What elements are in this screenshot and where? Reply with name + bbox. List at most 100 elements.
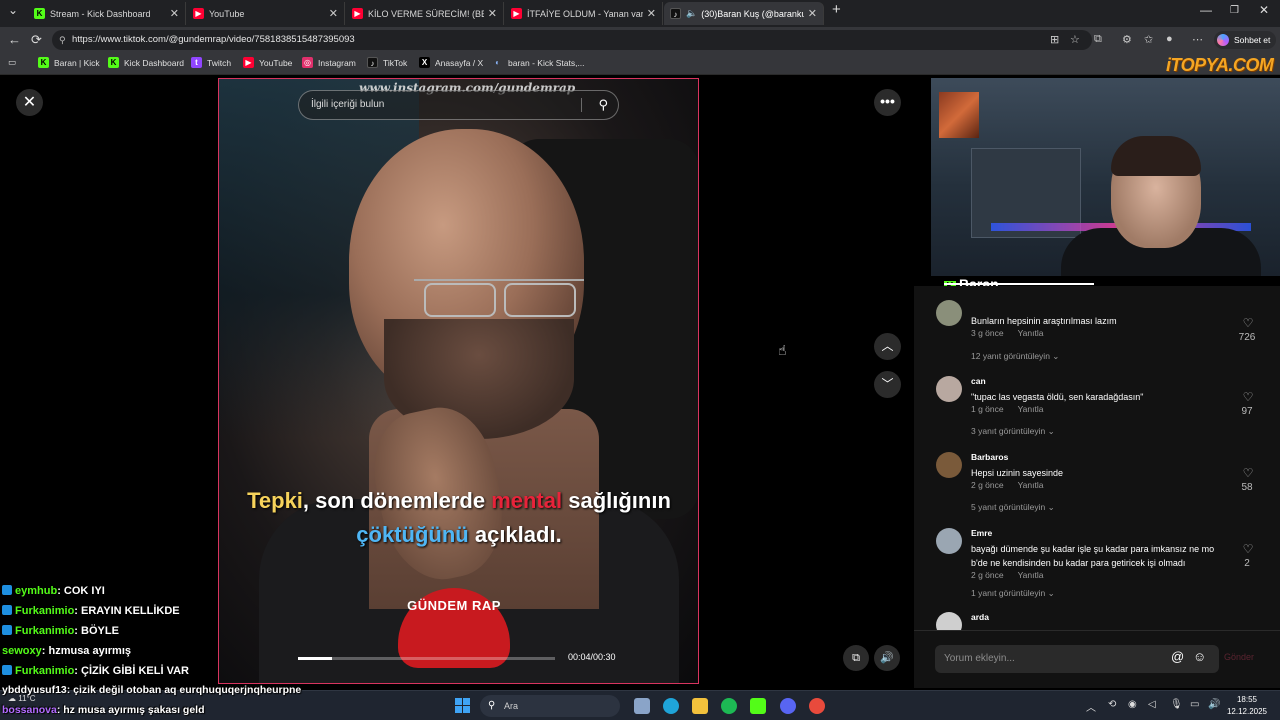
favorite-star-icon[interactable]: ☆ (1070, 33, 1080, 46)
chevron-down-icon: ﹀ (881, 377, 894, 391)
file-explorer-icon[interactable] (692, 698, 708, 714)
restore-icon[interactable]: ❐ (1230, 5, 1239, 16)
close-tab-icon[interactable]: ✕ (647, 7, 656, 20)
tab-kick-dashboard[interactable]: K Stream - Kick Dashboard ✕ (28, 2, 186, 25)
task-view-icon[interactable] (634, 698, 650, 714)
video-progress-bar[interactable] (298, 657, 555, 660)
caption-segment: , son dönemlerde (302, 488, 492, 513)
tray-volume-icon[interactable]: ◁ (1148, 699, 1156, 710)
reply-button[interactable]: Yanıtla (1018, 570, 1044, 580)
view-replies-button[interactable]: 3 yanıt görüntüleyin ⌄ (971, 426, 1055, 437)
back-icon[interactable]: ← (8, 32, 21, 47)
reply-button[interactable]: Yanıtla (1018, 404, 1044, 414)
send-button[interactable]: Gönder (1224, 652, 1254, 662)
youtube-icon: ▶ (193, 8, 204, 19)
reading-list-icon[interactable]: ▭ (8, 57, 16, 68)
avatar[interactable] (936, 452, 962, 478)
comment-username[interactable]: Emre (971, 528, 992, 538)
bookmark-youtube[interactable]: ▶ YouTube (243, 57, 292, 68)
view-replies-button[interactable]: 1 yanıt görüntüleyin ⌄ (971, 588, 1055, 599)
bookmark-twitch[interactable]: t Twitch (191, 57, 231, 68)
comment-username[interactable]: Barbaros (971, 452, 1008, 462)
bookmark-tiktok[interactable]: ♪ TikTok (367, 57, 407, 68)
reply-button[interactable]: Yanıtla (1018, 328, 1044, 338)
avatar[interactable] (936, 376, 962, 402)
reply-button[interactable]: Yanıtla (1018, 480, 1044, 490)
mention-icon[interactable]: @ (1171, 649, 1184, 664)
system-clock[interactable]: 18:55 12.12.2025 (1224, 694, 1270, 718)
discord-icon[interactable] (780, 698, 796, 714)
tab-kilo-verme[interactable]: ▶ KİLO VERME SÜRECİM! (BELGESEL) ✕ (346, 2, 504, 25)
tray-discord-icon[interactable]: ◉ (1128, 699, 1137, 710)
tray-network-icon[interactable]: ▭ (1190, 699, 1199, 710)
minimize-icon[interactable]: — (1200, 3, 1212, 17)
close-tab-icon[interactable]: ✕ (808, 7, 817, 20)
bookmark-kick-dashboard[interactable]: K Kick Dashboard (108, 57, 184, 68)
kick-app-icon[interactable] (750, 698, 766, 714)
avatar[interactable] (936, 612, 962, 630)
more-menu-icon[interactable]: ⋯ (1192, 33, 1203, 46)
window-close-icon[interactable]: ✕ (1259, 3, 1269, 17)
search-icon[interactable]: ⚲ (598, 91, 608, 119)
tab-strip: ⌄ K Stream - Kick Dashboard ✕ ▶ YouTube … (0, 0, 1280, 27)
reload-icon[interactable]: ⟳ (31, 32, 42, 48)
view-replies-button[interactable]: 12 yanıt görüntüleyin ⌄ (971, 351, 1059, 362)
start-button[interactable] (455, 698, 471, 714)
comment-username[interactable]: arda (971, 612, 989, 622)
bookmark-instagram[interactable]: ◎ Instagram (302, 57, 356, 68)
new-tab-icon[interactable]: + (832, 1, 841, 18)
tab-tiktok-active[interactable]: ♪ 🔈 (30)Baran Kuş (@barankusss) ✕ (664, 2, 824, 25)
close-tab-icon[interactable]: ✕ (170, 7, 179, 20)
tray-speaker-icon[interactable]: 🔊 (1208, 699, 1220, 710)
bookmark-label: TikTok (383, 57, 408, 68)
install-app-icon[interactable]: ⊞ (1050, 33, 1059, 46)
tray-app-icon[interactable]: ⟲ (1108, 699, 1116, 710)
like-heart-icon[interactable]: ♡ (1240, 542, 1256, 556)
close-tab-icon[interactable]: ✕ (488, 7, 497, 20)
previous-video-button[interactable]: ︿ (874, 333, 901, 360)
edge-icon[interactable] (663, 698, 679, 714)
site-info-icon[interactable]: ⚲ (59, 30, 66, 50)
copilot-chat-button[interactable]: Sohbet et (1214, 31, 1277, 49)
close-video-button[interactable]: ✕ (16, 89, 43, 116)
like-heart-icon[interactable]: ♡ (1240, 390, 1256, 404)
close-tab-icon[interactable]: ✕ (329, 7, 338, 20)
taskbar-search[interactable]: ⚲ Ara (480, 695, 620, 717)
volume-button[interactable]: 🔊 (874, 645, 900, 671)
avatar[interactable] (936, 528, 962, 554)
like-heart-icon[interactable]: ♡ (1240, 316, 1256, 330)
bookmark-kick-stats[interactable]: ◐ baran - Kick Stats,... (492, 57, 584, 68)
chat-username: Furkanimio (15, 625, 75, 637)
avatar-icon[interactable]: ● (1166, 33, 1173, 45)
chat-text: : ERAYIN KELLİKDE (74, 605, 180, 617)
tray-mic-icon[interactable]: 🎙 (1170, 699, 1183, 710)
more-options-button[interactable]: ••• (874, 89, 901, 116)
collections-icon[interactable]: ⚙ (1122, 33, 1132, 46)
bookmark-x[interactable]: X Anasayfa / X (419, 57, 483, 68)
windows-logo-icon (455, 698, 462, 705)
obs-icon[interactable] (809, 698, 825, 714)
emoji-icon[interactable]: ☺ (1193, 649, 1206, 664)
favorites-icon[interactable]: ✩ (1144, 33, 1153, 46)
like-heart-icon[interactable]: ♡ (1240, 466, 1256, 480)
tray-expand-icon[interactable]: ︿ (1086, 699, 1096, 714)
bookmark-baran-kick[interactable]: K Baran | Kick (38, 57, 100, 68)
extensions-icon[interactable]: ⧉ (1094, 33, 1102, 46)
tab-search-icon[interactable]: ⌄ (8, 3, 18, 17)
comment-meta: 1 g önce Yanıtla (971, 404, 1043, 414)
view-replies-button[interactable]: 5 yanıt görüntüleyin ⌄ (971, 502, 1055, 513)
video-timecode: 00:04/00:30 (568, 652, 616, 662)
speaker-icon[interactable]: 🔈 (686, 8, 697, 19)
related-search-input[interactable]: İlgili içeriği bulun ⚲ (298, 90, 619, 120)
comment-composer: Yorum ekleyin... @ ☺ Gönder (914, 630, 1280, 688)
bookmark-label: Twitch (207, 57, 232, 68)
tab-itfaiye[interactable]: ▶ İTFAİYE OLDUM - Yanan var beyler ✕ (505, 2, 663, 25)
comment-username[interactable]: can (971, 376, 986, 386)
next-video-button[interactable]: ﹀ (874, 371, 901, 398)
tab-youtube[interactable]: ▶ YouTube ✕ (187, 2, 345, 25)
comment-text: Hepsi uzinin sayesinde (971, 468, 1064, 478)
address-bar[interactable]: ⚲ https://www.tiktok.com/@gundemrap/vide… (52, 30, 1092, 50)
avatar[interactable] (936, 300, 962, 326)
spotify-icon[interactable] (721, 698, 737, 714)
pip-button[interactable]: ⧉ (843, 645, 869, 671)
